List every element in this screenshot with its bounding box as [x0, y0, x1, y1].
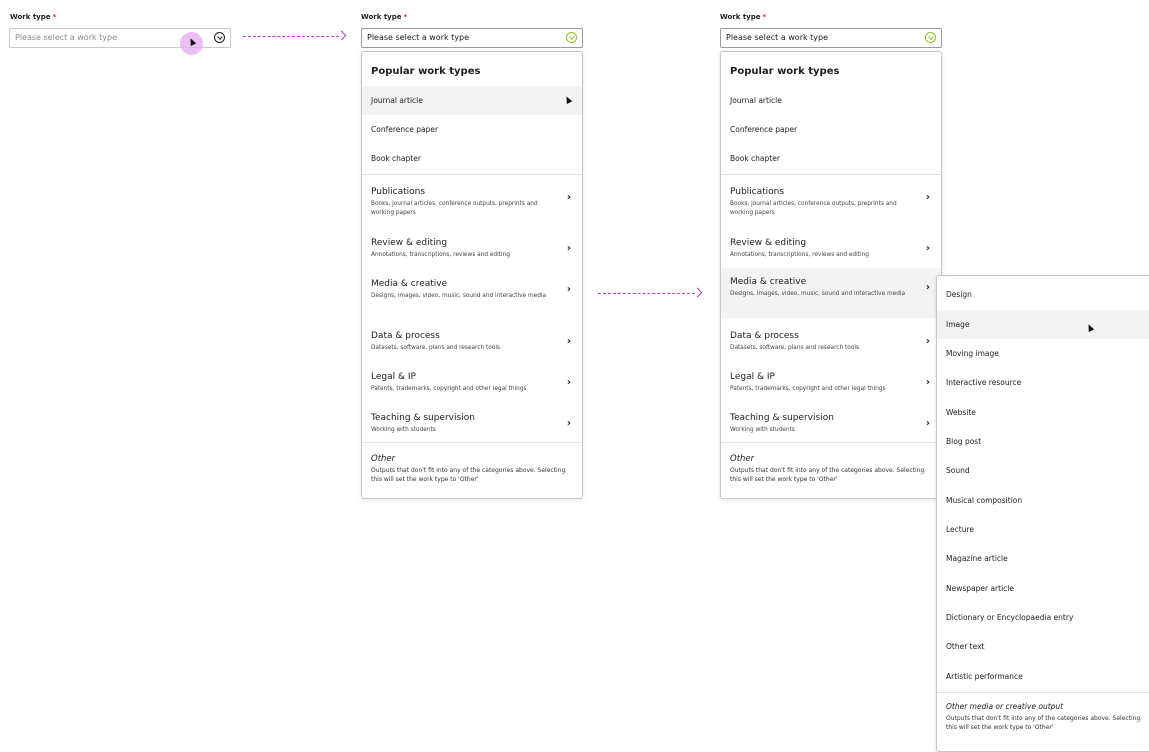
- category-media-creative[interactable]: Media & creative Designs, images, video,…: [721, 268, 941, 318]
- category-teaching-supervision[interactable]: Teaching & supervision Working with stud…: [362, 404, 582, 445]
- category-publications[interactable]: Publications Books, journal articles, co…: [721, 178, 941, 219]
- work-type-menu: Popular work types Journal article Confe…: [361, 51, 583, 499]
- menu-heading: Popular work types: [730, 66, 840, 77]
- submenu-item-newspaper-article[interactable]: Newspaper article: [937, 574, 1149, 603]
- work-type-select[interactable]: Please select a work type: [361, 28, 583, 48]
- category-data-process[interactable]: Data & process Datasets, software, plans…: [362, 322, 582, 363]
- category-teaching-supervision[interactable]: Teaching & supervision Working with stud…: [721, 404, 941, 445]
- work-type-menu: Popular work types Journal article Confe…: [720, 51, 942, 499]
- select-placeholder: Please select a work type: [15, 33, 118, 42]
- chevron-right-icon: ›: [566, 418, 571, 429]
- menu-item-book-chapter[interactable]: Book chapter: [721, 144, 941, 173]
- menu-heading: Popular work types: [371, 66, 481, 77]
- field-label: Work type *: [361, 13, 408, 21]
- required-mark: *: [762, 13, 767, 21]
- menu-item-other[interactable]: Other Outputs that don't fit into any of…: [721, 444, 941, 494]
- submenu-item-lecture[interactable]: Lecture: [937, 515, 1149, 544]
- divider: [721, 442, 941, 443]
- submenu-item-artistic-performance[interactable]: Artistic performance: [937, 662, 1149, 691]
- chevron-right-icon: ›: [566, 243, 571, 254]
- chevron-right-icon: ›: [925, 418, 930, 429]
- chevron-right-icon: ›: [925, 282, 930, 293]
- select-placeholder: Please select a work type: [367, 33, 470, 42]
- chevron-right-icon: ›: [925, 192, 930, 203]
- menu-item-conference-paper[interactable]: Conference paper: [362, 115, 582, 144]
- chevron-right-icon: ›: [925, 243, 930, 254]
- required-mark: *: [52, 13, 57, 21]
- category-review-editing[interactable]: Review & editing Annotations, transcript…: [721, 229, 941, 270]
- submenu-item-blog-post[interactable]: Blog post: [937, 427, 1149, 456]
- chevron-right-icon: ›: [566, 192, 571, 203]
- divider: [937, 692, 1149, 693]
- submenu-other-desc: Outputs that don't fit into any of the c…: [946, 715, 1141, 731]
- divider: [721, 174, 941, 175]
- submenu-item-moving-image[interactable]: Moving image: [937, 339, 1149, 368]
- chevron-right-icon: ›: [925, 377, 930, 388]
- divider: [362, 174, 582, 175]
- submenu-item-design[interactable]: Design: [937, 280, 1149, 309]
- submenu-item-interactive-resource[interactable]: Interactive resource: [937, 368, 1149, 397]
- submenu-item-dictionary-entry[interactable]: Dictionary or Encyclopaedia entry: [937, 603, 1149, 632]
- chevron-right-icon: ›: [566, 377, 571, 388]
- divider: [362, 442, 582, 443]
- category-review-editing[interactable]: Review & editing Annotations, transcript…: [362, 229, 582, 270]
- chevron-down-icon[interactable]: [925, 32, 936, 43]
- menu-item-book-chapter[interactable]: Book chapter: [362, 144, 582, 173]
- field-label: Work type *: [10, 13, 57, 21]
- submenu-item-image[interactable]: Image: [937, 310, 1149, 339]
- field-label: Work type *: [720, 13, 767, 21]
- submenu-item-sound[interactable]: Sound: [937, 456, 1149, 485]
- menu-item-journal-article[interactable]: Journal article: [721, 86, 941, 115]
- flow-arrow-1: [243, 30, 347, 42]
- chevron-right-icon: ›: [566, 284, 571, 295]
- submenu-other-title[interactable]: Other media or creative output: [946, 702, 1063, 711]
- menu-item-other[interactable]: Other Outputs that don't fit into any of…: [362, 444, 582, 494]
- submenu-item-musical-composition[interactable]: Musical composition: [937, 486, 1149, 515]
- required-mark: *: [403, 13, 408, 21]
- menu-item-conference-paper[interactable]: Conference paper: [721, 115, 941, 144]
- submenu-item-other-text[interactable]: Other text: [937, 632, 1149, 661]
- chevron-right-icon: ›: [566, 336, 571, 347]
- media-creative-submenu: Design Image Moving image Interactive re…: [936, 275, 1149, 752]
- category-data-process[interactable]: Data & process Datasets, software, plans…: [721, 322, 941, 363]
- submenu-item-magazine-article[interactable]: Magazine article: [937, 544, 1149, 573]
- category-legal-ip[interactable]: Legal & IP Patents, trademarks, copyrigh…: [721, 363, 941, 404]
- chevron-down-icon[interactable]: [214, 32, 225, 43]
- chevron-right-icon: ›: [925, 336, 930, 347]
- category-media-creative[interactable]: Media & creative Designs, images, video,…: [362, 270, 582, 311]
- category-legal-ip[interactable]: Legal & IP Patents, trademarks, copyrigh…: [362, 363, 582, 404]
- menu-item-journal-article[interactable]: Journal article: [362, 86, 582, 115]
- select-placeholder: Please select a work type: [726, 33, 829, 42]
- category-publications[interactable]: Publications Books, journal articles, co…: [362, 178, 582, 219]
- chevron-down-icon[interactable]: [566, 32, 577, 43]
- work-type-select[interactable]: Please select a work type: [720, 28, 942, 48]
- flow-arrow-2: [598, 287, 703, 299]
- submenu-item-website[interactable]: Website: [937, 398, 1149, 427]
